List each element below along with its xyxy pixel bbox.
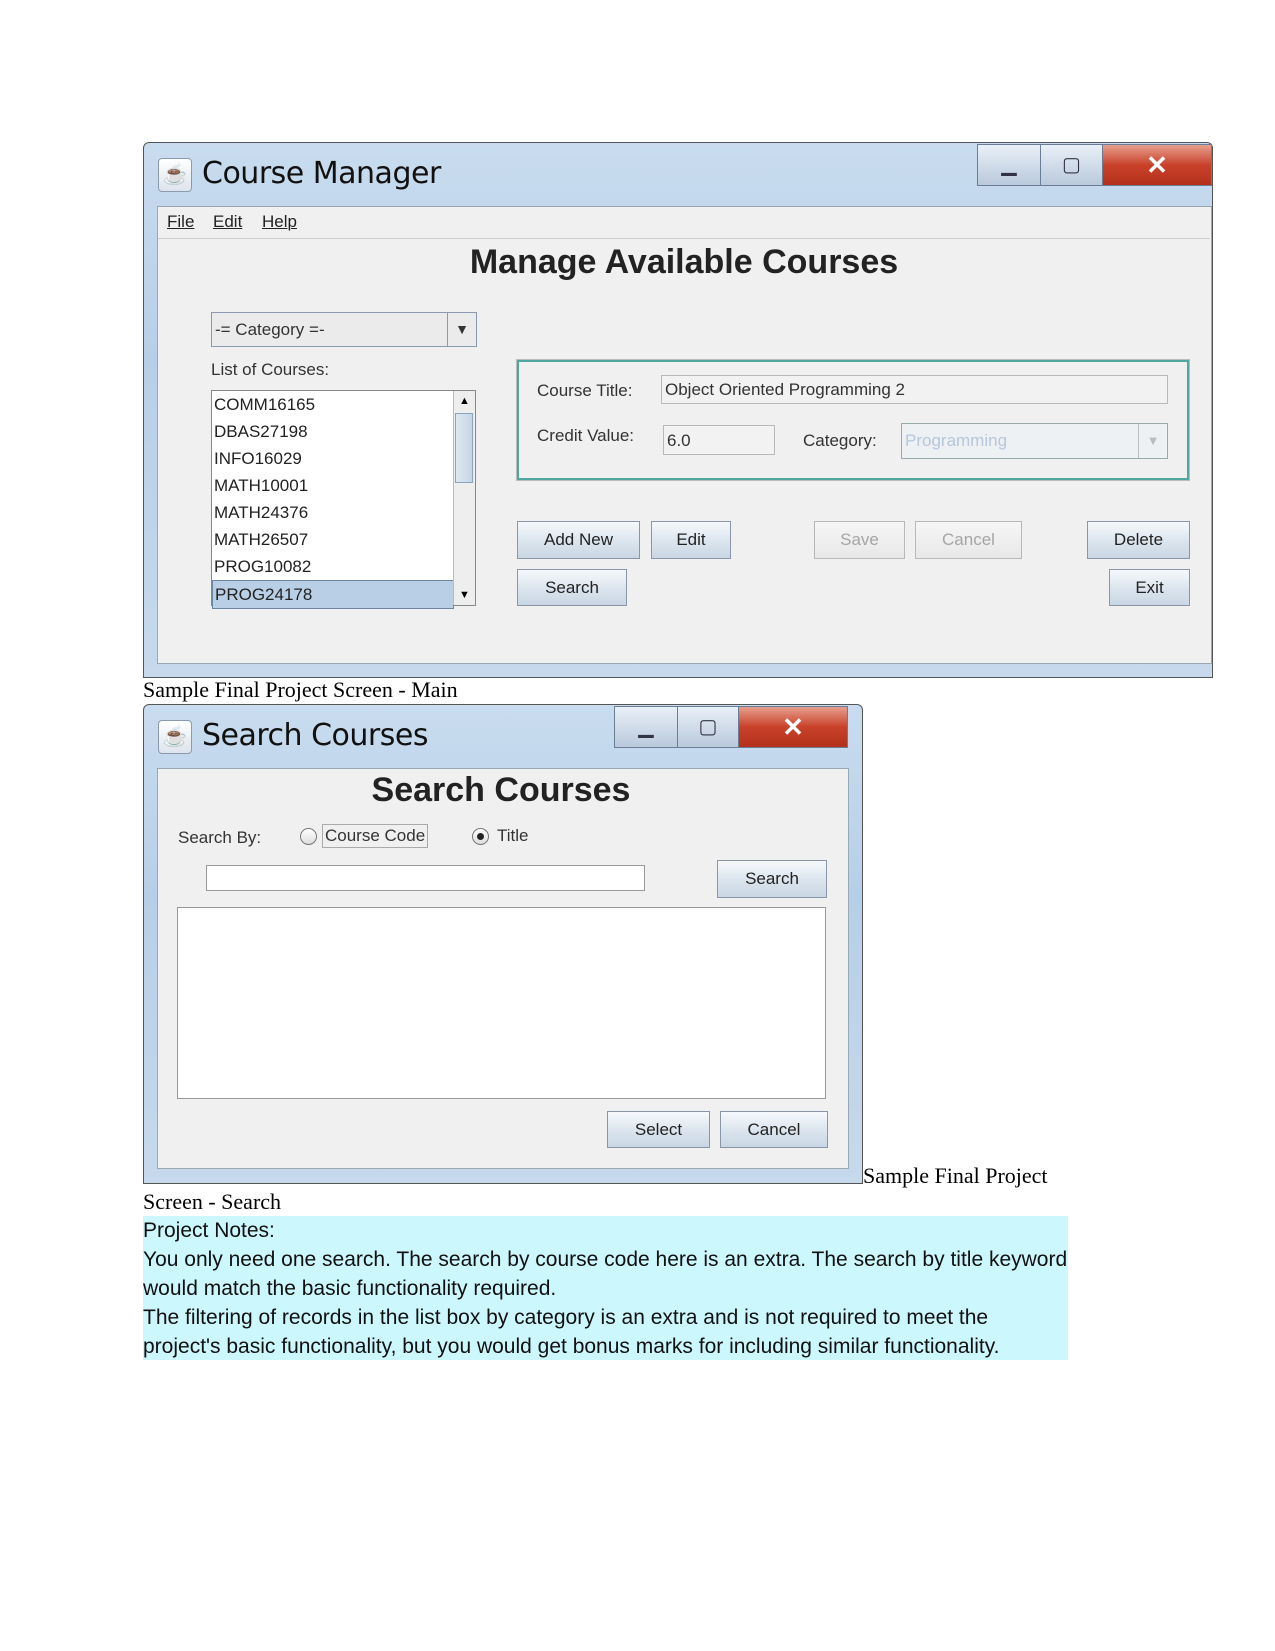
maximize-button[interactable]: ▢ [1040,144,1103,186]
menu-help[interactable]: Help [262,212,297,232]
credit-value-label: Credit Value: [537,426,635,445]
page-heading: Manage Available Courses [469,243,899,281]
exit-button[interactable]: Exit [1109,569,1190,606]
notes-title: Project Notes: [143,1219,275,1242]
minimize-button[interactable]: ▁ [977,144,1041,186]
project-notes: Project Notes: You only need one search.… [143,1216,1068,1360]
chevron-down-icon: ▼ [447,313,476,346]
add-new-button[interactable]: Add New [517,521,640,559]
radio-title[interactable] [472,828,489,845]
course-code-option-label[interactable]: Course Code [322,824,429,848]
title-option-label[interactable]: Title [497,826,529,846]
close-button[interactable]: ✕ [738,706,848,748]
category-dropdown[interactable]: Programming ▼ [901,423,1168,459]
search-button[interactable]: Search [517,569,627,606]
notes-line-2: The filtering of records in the list box… [143,1306,1000,1358]
java-icon: ☕ [158,158,192,192]
save-button[interactable]: Save [814,521,905,559]
menu-file[interactable]: File [167,212,194,232]
notes-line-1: You only need one search. The search by … [143,1248,1068,1300]
scroll-down-icon[interactable]: ▼ [454,585,475,605]
caption-main: Sample Final Project Screen - Main [143,677,458,702]
list-item[interactable]: MATH10001 [212,472,454,499]
course-list[interactable]: COMM16165 DBAS27198 INFO16029 MATH10001 … [211,390,476,609]
scrollbar[interactable]: ▲ ▼ [453,391,475,605]
search-input[interactable] [206,865,645,891]
close-button[interactable]: ✕ [1102,144,1212,186]
maximize-button[interactable]: ▢ [677,706,739,748]
menu-bar [158,208,1210,239]
list-item[interactable]: DBAS27198 [212,418,454,445]
list-item[interactable]: PROG10082 [212,553,454,580]
search-button[interactable]: Search [717,860,827,898]
category-filter-value: -= Category =- [215,320,325,339]
category-value: Programming [905,431,1008,450]
window-title: Search Courses [202,718,428,753]
window-title: Course Manager [202,156,441,191]
java-icon: ☕ [158,720,192,754]
radio-course-code[interactable] [300,828,317,845]
chevron-down-icon: ▼ [1138,424,1167,458]
select-button[interactable]: Select [607,1111,710,1148]
list-item[interactable]: INFO16029 [212,445,454,472]
list-label: List of Courses: [211,360,330,379]
search-by-label: Search By: [178,828,262,847]
delete-button[interactable]: Delete [1087,521,1190,559]
course-title-field[interactable]: Object Oriented Programming 2 [661,375,1168,404]
minimize-button[interactable]: ▁ [614,706,678,748]
menu-edit[interactable]: Edit [213,212,242,232]
credit-value-field[interactable]: 6.0 [663,425,775,455]
edit-button[interactable]: Edit [651,521,731,559]
course-title-label: Course Title: [537,381,633,400]
scroll-thumb[interactable] [455,413,473,483]
caption-search-1: Sample Final Project [863,1163,1048,1188]
search-heading: Search Courses [371,771,631,809]
category-label: Category: [803,431,877,450]
document-page: ☕ Course Manager ▁ ▢ ✕ File Edit Help Ma… [0,0,1275,1651]
cancel-button[interactable]: Cancel [915,521,1022,559]
search-results-list[interactable] [177,907,826,1099]
cancel-button[interactable]: Cancel [720,1111,828,1148]
scroll-up-icon[interactable]: ▲ [454,391,475,411]
list-item[interactable]: COMM16165 [212,391,454,418]
list-item[interactable]: MATH24376 [212,499,454,526]
category-filter-dropdown[interactable]: -= Category =- ▼ [211,312,477,347]
caption-search-2: Screen - Search [143,1189,282,1214]
list-item-selected[interactable]: PROG24178 [212,580,454,609]
list-item[interactable]: MATH26507 [212,526,454,553]
